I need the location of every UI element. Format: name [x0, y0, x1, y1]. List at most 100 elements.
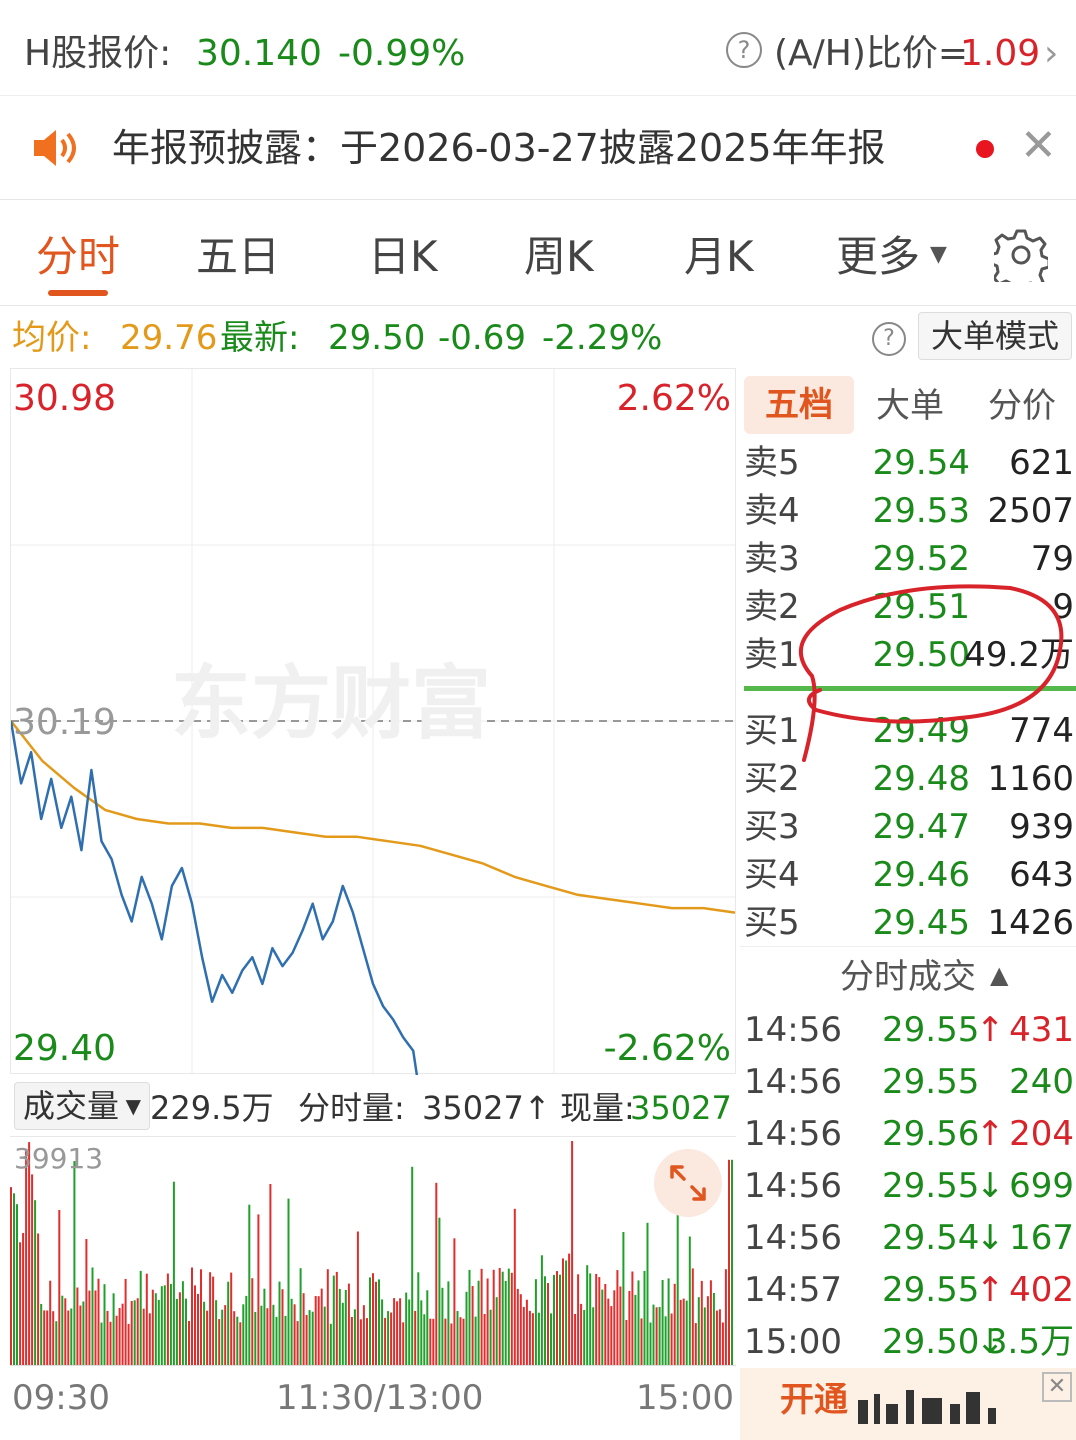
volume-bar [706, 1296, 709, 1365]
fs-volume-value: 35027↑ [422, 1089, 551, 1127]
trade-row: 14:56 29.55 ↓ 699 [744, 1160, 1076, 1212]
expand-button[interactable] [654, 1149, 722, 1217]
volume-bar [103, 1284, 106, 1365]
volume-bar [604, 1284, 607, 1365]
volume-bar [127, 1323, 130, 1365]
trade-price: 29.55 [882, 1166, 980, 1206]
volume-bar [91, 1267, 94, 1365]
volume-bar [525, 1299, 528, 1365]
fs-volume-label: 分时量: [298, 1089, 405, 1127]
volume-bar [375, 1281, 377, 1365]
bid-volume: 1426 [987, 903, 1074, 943]
volume-bar [640, 1318, 643, 1365]
ask-price: 29.54 [872, 443, 970, 483]
volume-bar [628, 1290, 631, 1365]
volume-bar [46, 1310, 49, 1365]
trade-time: 15:00 [744, 1322, 842, 1362]
volume-bar [444, 1318, 447, 1365]
volume-bar [513, 1208, 516, 1365]
h-share-label: H股报价: [24, 33, 172, 74]
volume-bar [43, 1310, 46, 1365]
volume-bar [61, 1295, 64, 1365]
volume-bar [721, 1322, 724, 1365]
volume-bar [34, 1200, 37, 1365]
tab-five-day[interactable]: 五日 [196, 232, 280, 282]
volume-bar [580, 1303, 583, 1365]
big-order-mode-button[interactable]: 大单模式 [918, 312, 1072, 360]
chevron-right-icon[interactable]: › [1044, 34, 1058, 74]
bid-row[interactable]: 买4 29.46 643 [744, 852, 1076, 898]
announcement-bar[interactable]: 年报预披露：于2026-03-27披露2025年年报 ✕ [0, 98, 1076, 200]
gear-icon[interactable] [994, 228, 1048, 282]
volume-bar [712, 1293, 715, 1365]
ask-row[interactable]: 卖4 29.53 2507 [744, 488, 1076, 534]
ask-row[interactable]: 卖3 29.52 79 [744, 536, 1076, 582]
volume-bar [366, 1318, 368, 1365]
volume-bar [715, 1310, 718, 1365]
volume-bar [287, 1198, 290, 1365]
tab-monthly-k[interactable]: 月K [684, 232, 754, 282]
volume-bar [531, 1313, 534, 1365]
volume-bar [332, 1275, 335, 1365]
volume-bar [341, 1302, 344, 1365]
close-icon[interactable]: ✕ [1020, 122, 1057, 170]
trade-list-header[interactable]: 分时成交 ▲ [740, 946, 1076, 1006]
volume-bar [10, 1187, 12, 1365]
ask-volume: 621 [1009, 443, 1074, 483]
ask-row[interactable]: 卖5 29.54 621 [744, 440, 1076, 486]
volume-bar [649, 1322, 652, 1365]
dropdown-arrow-icon: ▼ [930, 242, 947, 267]
ask-volume: 2507 [987, 491, 1074, 531]
volume-bar [37, 1233, 40, 1365]
trade-direction-arrow: ↓ [976, 1166, 1005, 1206]
promo-banner[interactable]: 开通 ✕ [740, 1368, 1076, 1440]
volume-bar [308, 1310, 311, 1365]
volume-bar [468, 1269, 471, 1365]
bid-row[interactable]: 买3 29.47 939 [744, 804, 1076, 850]
volume-bar [356, 1231, 359, 1365]
volume-bar [616, 1270, 619, 1365]
volume-bar [233, 1311, 236, 1365]
volume-bar [495, 1297, 498, 1365]
help-icon[interactable]: ? [872, 322, 906, 356]
volume-bar [67, 1310, 70, 1365]
volume-bar [670, 1313, 673, 1365]
trade-price: 29.55 [882, 1010, 980, 1050]
avg-price-value: 29.76 [120, 318, 218, 358]
trade-row: 14:57 29.55 ↑ 402 [744, 1264, 1076, 1316]
ask-price: 29.53 [872, 491, 970, 531]
volume-max-label: 39913 [14, 1142, 104, 1175]
volume-bar [97, 1278, 100, 1365]
tab-daily-k[interactable]: 日K [368, 232, 438, 282]
bid-volume: 939 [1009, 807, 1074, 847]
volume-bar [239, 1322, 242, 1365]
h-share-price: 30.140 [196, 33, 322, 74]
volume-bar [100, 1322, 103, 1365]
tab-price-distribution[interactable]: 分价 [988, 386, 1056, 426]
help-icon[interactable]: ? [726, 32, 762, 68]
tab-more[interactable]: 更多 [836, 232, 920, 282]
volume-bar [320, 1288, 323, 1365]
volume-bar [16, 1204, 18, 1365]
tab-big-order[interactable]: 大单 [876, 386, 944, 426]
volume-chart[interactable]: 39913 [10, 1136, 736, 1366]
close-icon[interactable]: ✕ [1042, 1372, 1072, 1402]
intraday-chart[interactable]: 东方财富 30.98 2.62% 30.19 29.40 -2.62% [10, 368, 736, 1075]
h-share-quote-row[interactable]: H股报价: 30.140 -0.99% ? (A/H)比价= 1.09 › [0, 12, 1076, 96]
volume-bar [387, 1311, 390, 1365]
volume-bar [251, 1278, 254, 1365]
volume-selector[interactable]: 成交量 ▼ [14, 1082, 150, 1130]
h-share-change: -0.99% [338, 33, 466, 74]
tab-five-level[interactable]: 五档 [744, 376, 854, 434]
tab-weekly-k[interactable]: 周K [524, 232, 594, 282]
last-price-value: 29.50 [328, 318, 426, 358]
volume-bar [528, 1310, 531, 1365]
tab-minute[interactable]: 分时 [36, 232, 120, 282]
y-min-label: 29.40 [13, 1028, 117, 1069]
trade-volume: 699 [1009, 1166, 1074, 1206]
bid-row[interactable]: 买5 29.45 1426 [744, 900, 1076, 946]
volume-bar [326, 1269, 329, 1365]
volume-bar [25, 1151, 28, 1365]
volume-bar [547, 1283, 549, 1365]
ask-label: 卖5 [744, 443, 800, 483]
